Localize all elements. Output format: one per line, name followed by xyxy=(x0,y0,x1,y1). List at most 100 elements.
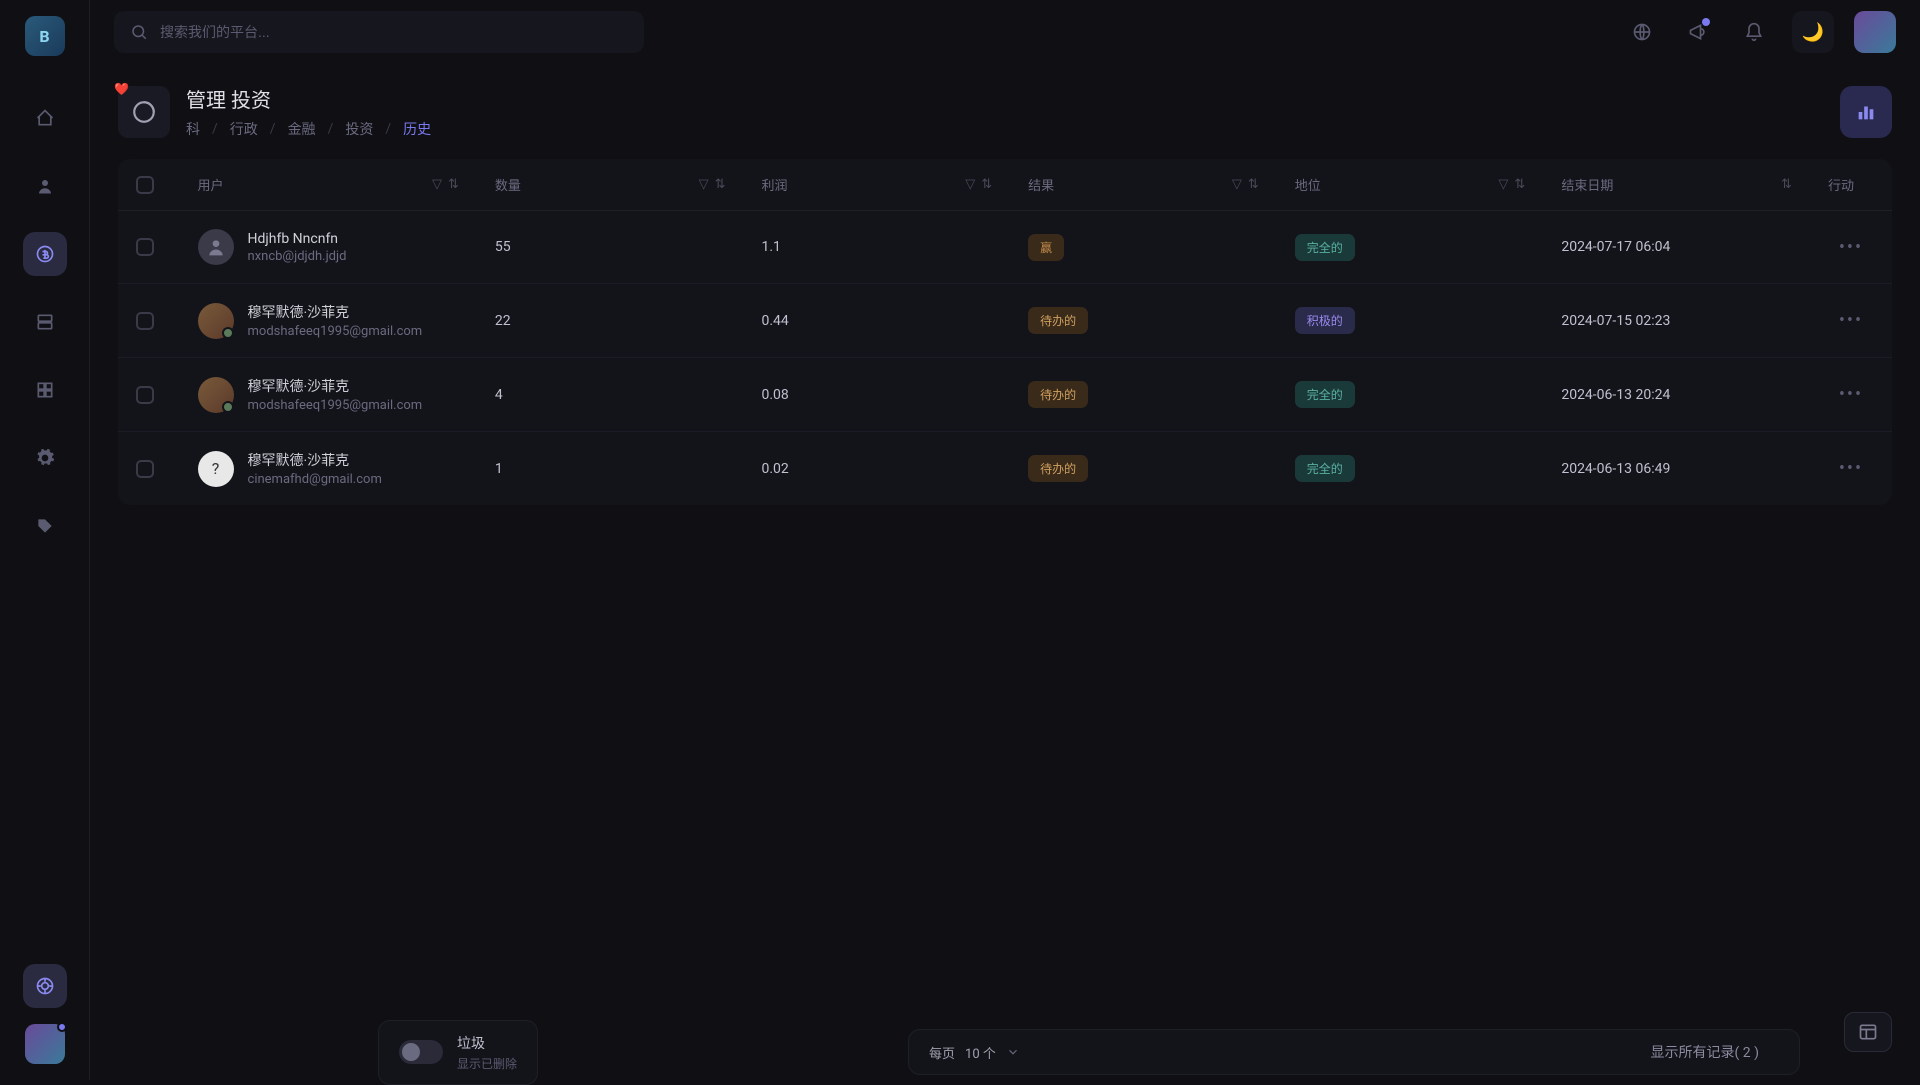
nav-design-icon[interactable] xyxy=(23,504,67,548)
cell-amount: 22 xyxy=(477,284,744,358)
heart-badge-icon: ❤️ xyxy=(114,82,129,96)
sort-icon[interactable]: ⇅ xyxy=(715,177,726,192)
sort-icon[interactable]: ⇅ xyxy=(1781,177,1792,192)
chart-button[interactable] xyxy=(1840,86,1892,138)
page-title: 管理 投资 xyxy=(186,84,1824,113)
row-checkbox[interactable] xyxy=(136,238,154,256)
table-row: 穆罕默德·沙菲克 modshafeeq1995@gmail.com 22 0.4… xyxy=(118,284,1892,358)
row-actions-icon[interactable]: ••• xyxy=(1839,458,1863,479)
filter-icon[interactable]: ▽ xyxy=(965,177,975,192)
page-header: ❤️ 管理 投资 科 / 行政 / 金融 / 投资 / 历史 xyxy=(118,84,1892,139)
user-name: 穆罕默德·沙菲克 xyxy=(248,302,423,322)
breadcrumb-sep: / xyxy=(385,121,391,137)
breadcrumb-item[interactable]: 投资 xyxy=(345,119,373,139)
col-header-amount[interactable]: 数量 xyxy=(495,175,521,194)
result-badge: 待办的 xyxy=(1028,455,1088,482)
row-actions-icon[interactable]: ••• xyxy=(1839,384,1863,405)
user-name: 穆罕默德·沙菲克 xyxy=(248,376,423,396)
user-cell[interactable]: 穆罕默德·沙菲克 modshafeeq1995@gmail.com xyxy=(198,302,459,339)
col-header-user[interactable]: 用户 xyxy=(198,175,224,194)
user-avatar: ? xyxy=(198,451,234,487)
cell-date: 2024-06-13 06:49 xyxy=(1543,432,1810,506)
page-header-icon: ❤️ xyxy=(118,86,170,138)
theme-toggle[interactable]: 🌙 xyxy=(1792,11,1834,53)
cell-profit: 0.02 xyxy=(744,432,1011,506)
breadcrumb-item[interactable]: 行政 xyxy=(230,119,258,139)
breadcrumb-item-active[interactable]: 历史 xyxy=(403,119,431,139)
col-header-status[interactable]: 地位 xyxy=(1295,175,1321,194)
sidebar-user-avatar[interactable] xyxy=(25,1024,65,1064)
sidebar-bottom xyxy=(23,964,67,1064)
topbar-actions: 🌙 xyxy=(1624,11,1896,53)
bell-icon[interactable] xyxy=(1736,14,1772,50)
cell-profit: 0.44 xyxy=(744,284,1011,358)
status-badge: 完全的 xyxy=(1295,381,1355,408)
status-badge: 完全的 xyxy=(1295,455,1355,482)
filter-icon[interactable]: ▽ xyxy=(1498,177,1508,192)
cell-date: 2024-06-13 20:24 xyxy=(1543,358,1810,432)
filter-icon[interactable]: ▽ xyxy=(1232,177,1242,192)
breadcrumb-item[interactable]: 科 xyxy=(186,119,200,139)
search-box[interactable] xyxy=(114,11,644,53)
table-row: Hdjhfb Nncnfn nxncb@jdjdh.jdjd 55 1.1 赢 … xyxy=(118,211,1892,284)
user-avatar xyxy=(198,303,234,339)
nav-support-icon[interactable] xyxy=(23,964,67,1008)
row-checkbox[interactable] xyxy=(136,460,154,478)
nav-server-icon[interactable] xyxy=(23,300,67,344)
trash-toggle-box: 垃圾 显示已删除 xyxy=(378,1020,538,1085)
per-page-label: 每页 xyxy=(929,1043,955,1062)
content: ❤️ 管理 投资 科 / 行政 / 金融 / 投资 / 历史 xyxy=(90,64,1920,1080)
row-actions-icon[interactable]: ••• xyxy=(1839,310,1863,331)
user-cell[interactable]: ? 穆罕默德·沙菲克 cinemafhd@gmail.com xyxy=(198,450,459,487)
nav-home-icon[interactable] xyxy=(23,96,67,140)
user-cell[interactable]: 穆罕默德·沙菲克 modshafeeq1995@gmail.com xyxy=(198,376,459,413)
col-header-profit[interactable]: 利润 xyxy=(762,175,788,194)
moon-icon: 🌙 xyxy=(1802,22,1824,43)
search-icon xyxy=(130,23,148,41)
nav-user-icon[interactable] xyxy=(23,164,67,208)
bar-chart-icon xyxy=(1855,101,1877,123)
breadcrumb-item[interactable]: 金融 xyxy=(288,119,316,139)
row-checkbox[interactable] xyxy=(136,386,154,404)
topbar-user-avatar[interactable] xyxy=(1854,11,1896,53)
user-name: Hdjhfb Nncnfn xyxy=(248,231,347,247)
col-header-date[interactable]: 结束日期 xyxy=(1561,175,1613,194)
language-icon[interactable] xyxy=(1624,14,1660,50)
user-name: 穆罕默德·沙菲克 xyxy=(248,450,382,470)
user-cell[interactable]: Hdjhfb Nncnfn nxncb@jdjdh.jdjd xyxy=(198,229,459,265)
table-row: ? 穆罕默德·沙菲克 cinemafhd@gmail.com 1 0.02 待办… xyxy=(118,432,1892,506)
result-badge: 赢 xyxy=(1028,234,1064,261)
nav-money-icon[interactable] xyxy=(23,232,67,276)
result-badge: 待办的 xyxy=(1028,307,1088,334)
user-avatar xyxy=(198,377,234,413)
select-all-checkbox[interactable] xyxy=(136,176,154,194)
sort-icon[interactable]: ⇅ xyxy=(448,177,459,192)
search-input[interactable] xyxy=(160,24,628,40)
layout-button[interactable] xyxy=(1844,1012,1892,1052)
sort-icon[interactable]: ⇅ xyxy=(1248,177,1259,192)
sort-icon[interactable]: ⇅ xyxy=(981,177,992,192)
breadcrumb-sep: / xyxy=(328,121,334,137)
trash-title: 垃圾 xyxy=(457,1033,517,1053)
app-logo[interactable]: B xyxy=(25,16,65,56)
filter-icon[interactable]: ▽ xyxy=(432,177,442,192)
sort-icon[interactable]: ⇅ xyxy=(1514,177,1525,192)
nav-grid-icon[interactable] xyxy=(23,368,67,412)
row-checkbox[interactable] xyxy=(136,312,154,330)
cell-amount: 4 xyxy=(477,358,744,432)
user-email: modshafeeq1995@gmail.com xyxy=(248,324,423,339)
filter-icon[interactable]: ▽ xyxy=(699,177,709,192)
user-avatar xyxy=(198,229,234,265)
cell-date: 2024-07-17 06:04 xyxy=(1543,211,1810,284)
col-header-result[interactable]: 结果 xyxy=(1028,175,1054,194)
per-page-select[interactable]: 每页 10 个 xyxy=(929,1043,1020,1062)
cell-profit: 0.08 xyxy=(744,358,1011,432)
trash-toggle[interactable] xyxy=(399,1040,443,1064)
cell-date: 2024-07-15 02:23 xyxy=(1543,284,1810,358)
user-email: cinemafhd@gmail.com xyxy=(248,472,382,487)
cell-amount: 1 xyxy=(477,432,744,506)
records-summary: 显示所有记录( 2 ) xyxy=(1034,1042,1779,1062)
row-actions-icon[interactable]: ••• xyxy=(1839,237,1863,258)
announcement-icon[interactable] xyxy=(1680,14,1716,50)
nav-settings-icon[interactable] xyxy=(23,436,67,480)
